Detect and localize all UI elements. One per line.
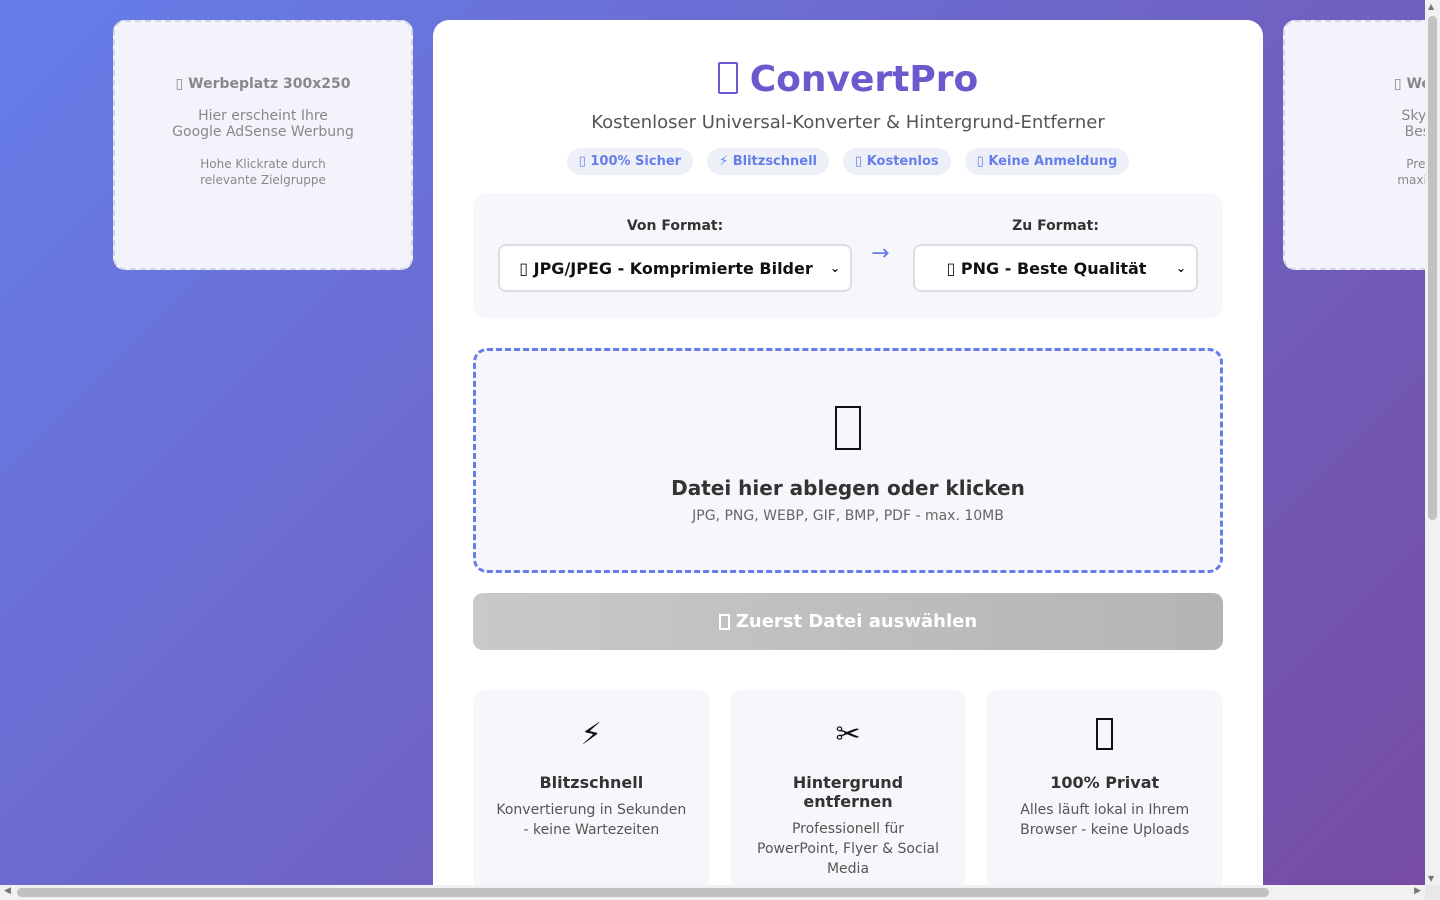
folder-icon	[476, 406, 1220, 460]
horizontal-scrollbar[interactable]: ◀ ▶	[0, 885, 1425, 900]
ad-title-text: Werbeplatz 300x250	[188, 76, 351, 92]
vertical-scrollbar[interactable]: ▲ ▼	[1425, 0, 1440, 885]
to-format-group: Zu Format: ▯ PNG - Beste Qualität ⌄	[913, 218, 1198, 292]
ad-note: Hohe Klickrate durch relevante Zielgrupp…	[200, 156, 326, 188]
badge-label: Kostenlos	[866, 154, 939, 169]
format-selector: Von Format: ▯ JPG/JPEG - Komprimierte Bi…	[473, 193, 1223, 318]
app-subtitle: Kostenloser Universal-Konverter & Hinter…	[591, 112, 1105, 133]
chevron-down-icon: ⌄	[829, 261, 840, 275]
feature-title: 100% Privat	[1050, 773, 1160, 792]
converter-card: ConvertPro Kostenloser Universal-Konvert…	[433, 20, 1263, 885]
features-grid: ⚡ Blitzschnell Konvertierung in Sekunden…	[473, 690, 1224, 885]
badge-free: ▯ Kostenlos	[843, 148, 951, 175]
scroll-left-icon[interactable]: ◀	[4, 886, 11, 896]
badge-no-signup: ▯ Keine Anmeldung	[964, 148, 1130, 175]
from-format-label: Von Format:	[626, 218, 724, 234]
feature-title: Hintergrund entfernen	[792, 773, 904, 811]
scrollbar-corner	[1425, 885, 1440, 900]
badge-secure: ▯ 100% Sicher	[566, 148, 694, 175]
feature-desc: Professionell für PowerPoint, Flyer & So…	[757, 821, 939, 877]
to-format-label: Zu Format:	[1012, 218, 1099, 234]
dropzone-formats: JPG, PNG, WEBP, GIF, BMP, PDF - max. 10M…	[692, 508, 1004, 524]
badge-fast: ⚡ Blitzschnell	[707, 148, 830, 175]
scroll-down-icon[interactable]: ▼	[1428, 874, 1434, 883]
badge-label: ⚡ Blitzschnell	[719, 154, 818, 169]
scissors-icon: ✂	[835, 717, 861, 752]
feature-card-private: 100% Privat Alles läuft lokal in Ihrem B…	[986, 690, 1224, 885]
feature-desc: Konvertierung in Sekunden - keine Wartez…	[496, 802, 687, 838]
ad-note-line: relevante Zielgruppe	[200, 173, 326, 187]
convert-button[interactable]: Zuerst Datei auswählen	[473, 593, 1223, 650]
vertical-scrollbar-thumb[interactable]	[1428, 16, 1437, 520]
from-format-value: JPG/JPEG - Komprimierte Bilder	[533, 258, 813, 278]
file-dropzone[interactable]: Datei hier ablegen oder klicken JPG, PNG…	[473, 348, 1223, 573]
lock-icon	[1006, 718, 1203, 758]
lightning-icon: ⚡	[580, 717, 602, 752]
from-format-select[interactable]: ▯ JPG/JPEG - Komprimierte Bilder ⌄	[498, 244, 852, 292]
ad-desc-line: Hier erscheint Ihre	[198, 108, 328, 124]
ad-description: Skyscrap Beste Si	[1402, 108, 1426, 140]
format-icon: ▯	[519, 258, 534, 278]
app-name: ConvertPro	[749, 59, 979, 100]
logo-icon	[717, 62, 738, 94]
ad-desc-line: Beste Si	[1404, 124, 1425, 140]
ad-title: ▯ Werbepl	[1394, 76, 1425, 92]
badge-label: Keine Anmeldung	[988, 154, 1118, 169]
page-viewport: ▯ Werbeplatz 300x250 Hier erscheint Ihre…	[0, 0, 1425, 885]
ad-desc-line: Google AdSense Werbung	[172, 124, 354, 140]
ad-title-text: Werbepl	[1406, 76, 1425, 92]
ad-note-line: Premium	[1406, 157, 1425, 171]
format-icon: ▯	[946, 258, 961, 278]
ad-icon: ▯	[1393, 76, 1407, 92]
feature-title: Blitzschnell	[539, 773, 644, 792]
feature-desc: Alles läuft lokal in Ihrem Browser - kei…	[1020, 802, 1190, 838]
arrow-right-icon: →	[871, 241, 890, 266]
file-icon	[718, 613, 730, 630]
ad-icon: ▯	[175, 76, 189, 92]
scroll-right-icon[interactable]: ▶	[1414, 886, 1421, 896]
ad-title: ▯ Werbeplatz 300x250	[176, 76, 351, 92]
convert-button-label: Zuerst Datei auswählen	[735, 611, 978, 632]
feature-badges: ▯ 100% Sicher ⚡ Blitzschnell ▯ Kostenlos…	[473, 148, 1223, 175]
to-format-value: PNG - Beste Qualität	[960, 258, 1147, 278]
ad-note-line: maximale A	[1397, 173, 1425, 187]
feature-card-background: ✂ Hintergrund entfernen Professionell fü…	[729, 690, 967, 885]
ad-description: Hier erscheint Ihre Google AdSense Werbu…	[172, 108, 354, 140]
ad-desc-line: Skyscrap	[1401, 108, 1426, 124]
from-format-group: Von Format: ▯ JPG/JPEG - Komprimierte Bi…	[498, 218, 852, 292]
feature-card-fast: ⚡ Blitzschnell Konvertierung in Sekunden…	[473, 690, 710, 885]
ad-note-line: Hohe Klickrate durch	[200, 157, 326, 171]
chevron-down-icon: ⌄	[1175, 261, 1186, 275]
badge-label: 100% Sicher	[590, 154, 682, 169]
ad-slot-left[interactable]: ▯ Werbeplatz 300x250 Hier erscheint Ihre…	[113, 20, 413, 270]
ad-note: Premium maximale A	[1397, 156, 1425, 188]
scroll-up-icon[interactable]: ▲	[1428, 2, 1434, 11]
dropzone-title: Datei hier ablegen oder klicken	[671, 476, 1025, 500]
horizontal-scrollbar-thumb[interactable]	[17, 888, 1269, 897]
to-format-select[interactable]: ▯ PNG - Beste Qualität ⌄	[913, 244, 1198, 292]
ad-slot-right[interactable]: ▯ Werbepl Skyscrap Beste Si Premium maxi…	[1283, 20, 1425, 270]
app-logo: ConvertPro	[473, 60, 1223, 100]
